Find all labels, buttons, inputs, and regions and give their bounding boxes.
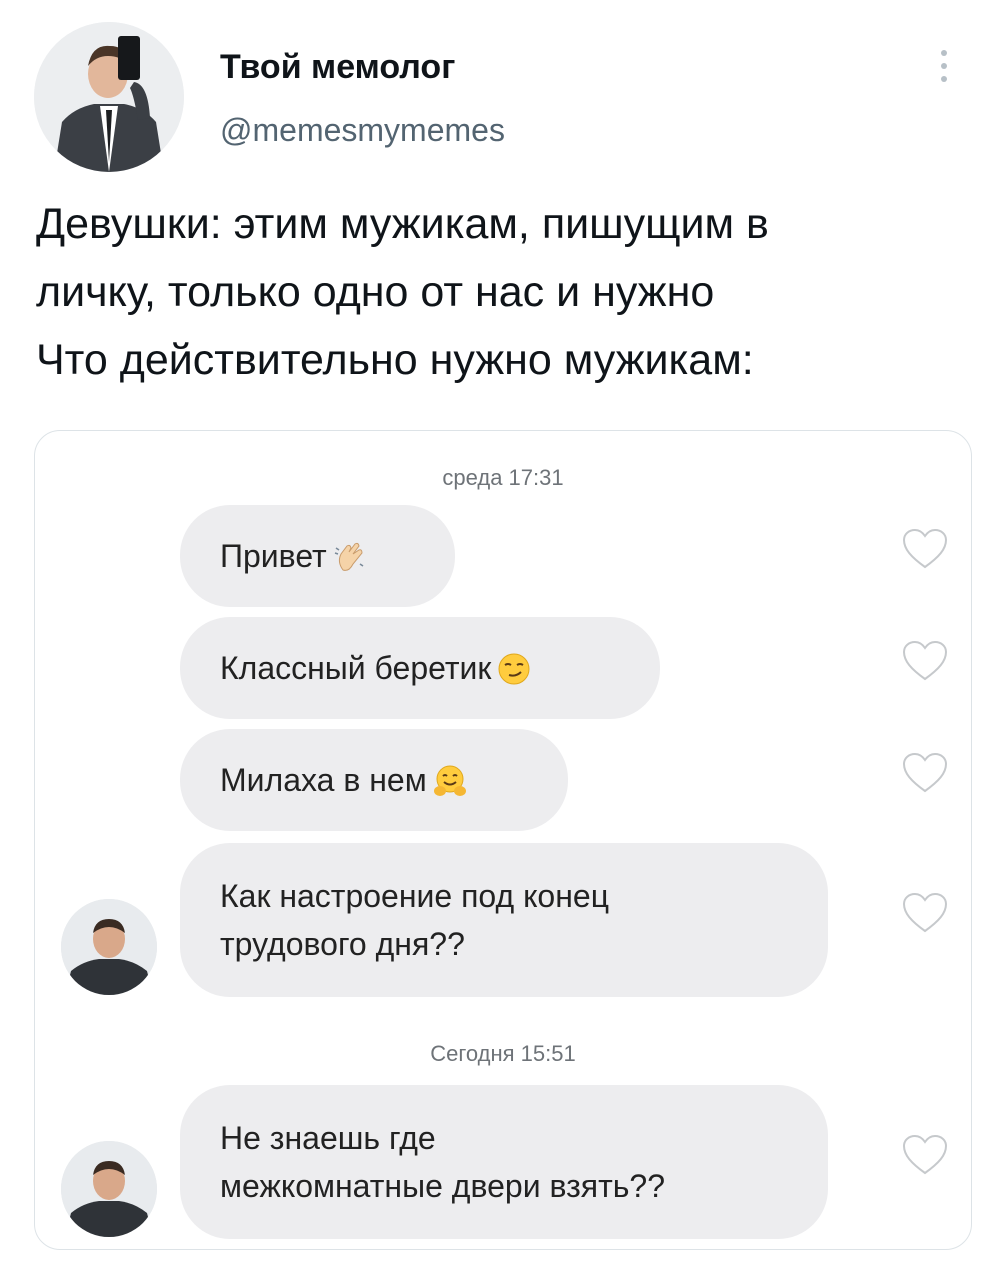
chat-message-text: Привет — [220, 538, 327, 574]
heart-icon[interactable] — [901, 527, 949, 571]
chat-message-text: Милаха в нем — [220, 762, 427, 798]
date-separator: Сегодня 15:51 — [430, 1041, 576, 1066]
more-options-icon[interactable] — [932, 46, 956, 86]
chat-message-text: Классный беретик — [220, 650, 492, 686]
waving-hand-icon — [333, 539, 367, 573]
tweet-text-line: Девушки: этим мужикам, пишущим в — [36, 200, 769, 248]
chat-message-text: Не знаешь где межкомнатные двери взять?? — [220, 1120, 666, 1204]
author-name[interactable]: Твой мемолог — [220, 48, 455, 87]
heart-icon[interactable] — [901, 1133, 949, 1177]
chat-message: Милаха в нем — [180, 729, 568, 831]
chat-message: Не знаешь где межкомнатные двери взять?? — [180, 1085, 828, 1239]
sender-avatar[interactable] — [61, 899, 157, 995]
heart-icon[interactable] — [901, 891, 949, 935]
sender-avatar[interactable] — [61, 1141, 157, 1237]
smirking-face-icon — [497, 651, 531, 685]
date-separator: среда 17:31 — [442, 465, 564, 490]
tweet-media-image[interactable]: среда 17:31 Привет Классный беретик Мила… — [34, 430, 972, 1250]
tweet-text-line: личку, только одно от нас и нужно — [36, 268, 715, 316]
hugging-face-icon — [433, 763, 467, 797]
heart-icon[interactable] — [901, 639, 949, 683]
chat-message: Как настроение под конец трудового дня?? — [180, 843, 828, 997]
chat-message: Классный беретик — [180, 617, 660, 719]
tweet-text-line: Что действительно нужно мужикам: — [36, 336, 754, 384]
author-handle[interactable]: @memesmymemes — [220, 112, 505, 149]
author-avatar[interactable] — [34, 22, 184, 172]
chat-message-text: Как настроение под конец трудового дня?? — [220, 878, 610, 962]
tweet-text: Девушки: этим мужикам, пишущим в личку, … — [36, 190, 976, 394]
chat-message: Привет — [180, 505, 455, 607]
heart-icon[interactable] — [901, 751, 949, 795]
